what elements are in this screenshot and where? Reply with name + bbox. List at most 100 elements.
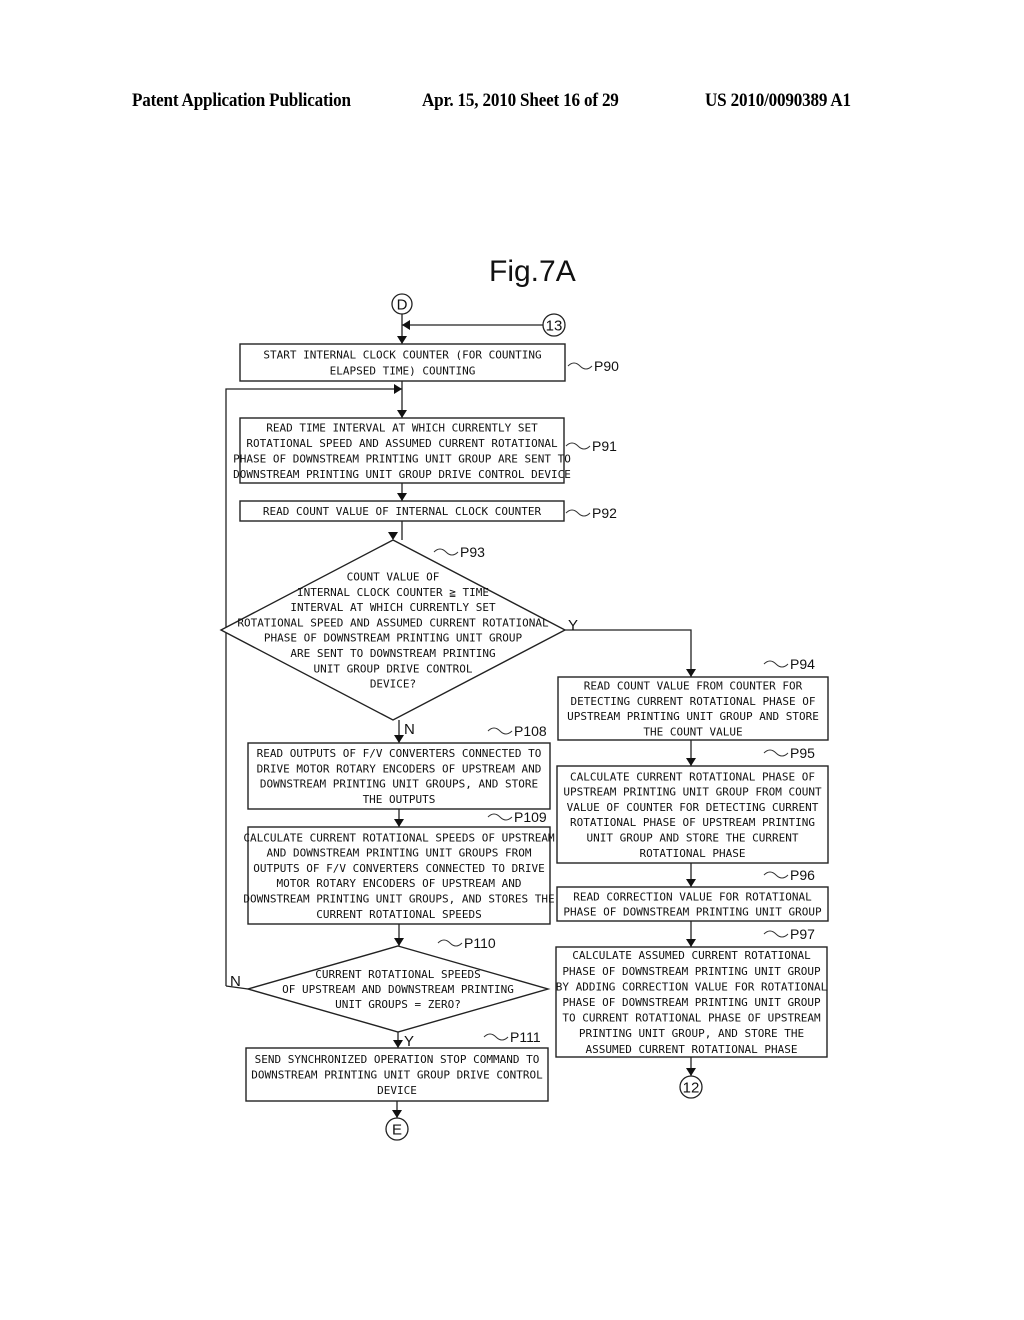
step-text-line: MOTOR ROTARY ENCODERS OF UPSTREAM AND [276,877,521,890]
step-text-line: READ COUNT VALUE OF INTERNAL CLOCK COUNT… [263,505,542,518]
step-text-line: ASSUMED CURRENT ROTATIONAL PHASE [586,1043,798,1056]
step-text-line: ROTATIONAL PHASE [640,847,746,860]
step-text-line: ELAPSED TIME) COUNTING [330,365,476,378]
step-text-line: DOWNSTREAM PRINTING UNIT GROUP DRIVE CON… [233,468,571,481]
connector-13: 13 [542,313,566,337]
reference-leader-icon [763,871,789,879]
arrowhead-icon [686,669,696,677]
arrowhead-icon [388,532,398,540]
connector-label: 12 [683,1080,700,1097]
step-text-line: UPSTREAM PRINTING UNIT GROUP FROM COUNT [563,786,822,799]
step-text-line: CALCULATE ASSUMED CURRENT ROTATIONAL [572,949,811,962]
step-reference-label: P94 [790,656,815,672]
step-text-line: INTERVAL AT WHICH CURRENTLY SET [290,601,496,614]
step-text-line: READ COUNT VALUE FROM COUNTER FOR [584,680,803,693]
reference-leader-icon [487,813,513,821]
step-text-line: DOWNSTREAM PRINTING UNIT GROUP DRIVE CON… [251,1069,543,1082]
step-text-line: CALCULATE CURRENT ROTATIONAL PHASE OF [570,770,815,783]
step-reference-label: P92 [592,505,617,521]
process-box-p94: READ COUNT VALUE FROM COUNTER FOR DETECTI… [557,656,829,741]
step-reference-label: P91 [592,438,617,454]
arrowhead-icon [394,819,404,827]
reference-leader-icon [483,1033,509,1041]
reference-leader-icon [763,660,789,668]
process-box-p111: SEND SYNCHRONIZED OPERATION STOP COMMAND… [245,1029,549,1102]
step-text-line: COUNT VALUE OF [347,570,440,583]
reference-leader-icon [487,727,513,735]
arrowhead-icon [686,758,696,766]
step-text-line: VALUE OF COUNTER FOR DETECTING CURRENT [567,801,819,814]
reference-leader-icon [433,548,459,556]
step-text-line: PRINTING UNIT GROUP, AND STORE THE [579,1027,804,1040]
process-box-p92: READ COUNT VALUE OF INTERNAL CLOCK COUNT… [239,500,617,522]
step-text-line: AND DOWNSTREAM PRINTING UNIT GROUPS FROM [267,847,532,860]
arrowhead-icon [397,493,407,501]
arrowhead-icon [397,336,407,344]
branch-label-no: N [404,721,415,738]
step-text-line: UNIT GROUP AND STORE THE CURRENT [587,831,799,844]
arrowhead-icon [394,735,404,743]
step-reference-label: P90 [594,358,619,374]
process-box-p96: READ CORRECTION VALUE FOR ROTATIONAL PHAS… [556,867,829,922]
connector-label: 13 [546,318,563,335]
step-text-line: UNIT GROUP DRIVE CONTROL [314,662,473,675]
arrowhead-icon [686,1068,696,1076]
arrowhead-icon [392,1110,402,1118]
decision-p93: COUNT VALUE OF INTERNAL CLOCK COUNTER ≧ T… [219,539,567,721]
arrowhead-icon [402,320,410,330]
process-box-p90: START INTERNAL CLOCK COUNTER (FOR COUNTI… [239,343,619,382]
step-text-line: START INTERNAL CLOCK COUNTER (FOR COUNTI… [263,349,541,362]
step-text-line: DRIVE MOTOR ROTARY ENCODERS OF UPSTREAM … [257,762,542,775]
step-text-line: THE COUNT VALUE [643,725,742,738]
step-reference-label: P93 [460,544,485,560]
step-text-line: CALCULATE CURRENT ROTATIONAL SPEEDS OF U… [243,831,555,844]
step-text-line: DOWNSTREAM PRINTING UNIT GROUPS, AND STO… [243,892,554,905]
step-reference-label: P109 [514,809,547,825]
step-text-line: OUTPUTS OF F/V CONVERTERS CONNECTED TO D… [253,862,544,875]
decision-p110: CURRENT ROTATIONAL SPEEDS OF UPSTREAM AND… [245,935,551,1033]
decision-diamond-shape [219,539,567,721]
step-text-line: UNIT GROUPS = ZERO? [335,998,461,1011]
step-text-line: PHASE OF DOWNSTREAM PRINTING UNIT GROUP … [233,452,571,465]
reference-leader-icon [565,442,591,450]
arrowhead-icon [397,410,407,418]
reference-leader-icon [763,749,789,757]
step-reference-label: P110 [464,935,496,951]
step-text-line: ROTATIONAL SPEED AND ASSUMED CURRENT ROT… [237,616,549,629]
step-text-line: INTERNAL CLOCK COUNTER ≧ TIME [297,586,489,599]
step-text-line: OF UPSTREAM AND DOWNSTREAM PRINTING [282,983,514,996]
branch-label-yes: Y [568,617,578,634]
connector-label: D [397,297,408,314]
branch-label-no: N [230,973,241,990]
step-text-line: ARE SENT TO DOWNSTREAM PRINTING [290,647,495,660]
arrowhead-icon [686,939,696,947]
step-text-line: DOWNSTREAM PRINTING UNIT GROUPS, AND STO… [260,778,538,791]
step-reference-label: P96 [790,867,815,883]
step-text-line: DETECTING CURRENT ROTATIONAL PHASE OF [570,695,815,708]
reference-leader-icon [763,930,789,938]
connector-d: D [391,293,413,315]
arrowhead-icon [393,1040,403,1048]
step-text-line: BY ADDING CORRECTION VALUE FOR ROTATIONA… [556,980,828,993]
reference-leader-icon [437,939,463,947]
step-text-line: CURRENT ROTATIONAL SPEEDS [315,968,481,981]
connector-e: E [385,1117,409,1141]
flowchart: START INTERNAL CLOCK COUNTER (FOR COUNTI… [219,293,829,1141]
step-text-line: PHASE OF DOWNSTREAM PRINTING UNIT GROUP [562,965,821,978]
step-text-line: UPSTREAM PRINTING UNIT GROUP AND STORE [567,710,819,723]
process-box-p91: READ TIME INTERVAL AT WHICH CURRENTLY SE… [233,417,617,484]
connector-label: E [392,1122,402,1139]
step-text-line: THE OUTPUTS [363,793,436,806]
step-text-line: CURRENT ROTATIONAL SPEEDS [316,908,482,921]
step-reference-label: P108 [514,723,547,739]
connector-12: 12 [679,1075,703,1099]
reference-leader-icon [567,362,593,370]
step-text-line: TO CURRENT ROTATIONAL PHASE OF UPSTREAM [562,1012,821,1025]
step-reference-label: P97 [790,926,815,942]
step-reference-label: P95 [790,745,815,761]
step-text-line: DEVICE [377,1084,417,1097]
step-text-line: READ OUTPUTS OF F/V CONVERTERS CONNECTED… [257,747,542,760]
step-text-line: DEVICE? [370,678,416,691]
branch-label-yes: Y [404,1033,414,1050]
step-reference-label: P111 [510,1029,541,1045]
